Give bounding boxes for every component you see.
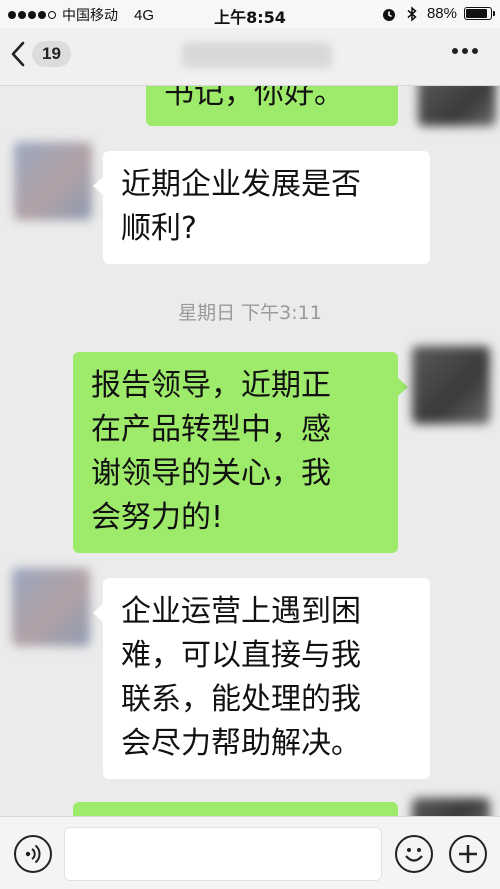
message-bubble[interactable]: [73, 802, 398, 816]
avatar[interactable]: [418, 86, 496, 126]
input-bar: [0, 816, 500, 889]
back-chevron-icon: [11, 41, 25, 67]
message-line: 难，可以直接与我: [121, 638, 361, 673]
battery-percent: 88%: [426, 5, 457, 22]
message-bubble[interactable]: 书记，你好。: [146, 86, 398, 126]
message-line: 在产品转型中，感: [91, 412, 331, 447]
message-line: 会努力的!: [91, 500, 224, 535]
message-input[interactable]: [64, 827, 382, 881]
avatar[interactable]: [12, 568, 90, 646]
timestamp: 星期日 下午3:11: [178, 302, 322, 324]
message-line: 近期企业发展是否: [121, 167, 361, 202]
voice-icon[interactable]: [14, 835, 52, 873]
nav-bar: 19: [0, 28, 500, 86]
bluetooth-icon: [407, 5, 417, 22]
message-bubble[interactable]: 报告领导，近期正 在产品转型中，感 谢领导的关心，我 会努力的!: [73, 352, 408, 553]
message-bubble[interactable]: 近期企业发展是否 顺利?: [93, 151, 430, 264]
avatar[interactable]: [412, 346, 490, 424]
avatar[interactable]: [14, 142, 92, 220]
message-line: 书记，你好。: [164, 86, 344, 111]
chat-title-blurred: [182, 42, 332, 68]
message-line: 谢领导的关心，我: [91, 456, 331, 491]
battery-icon: [464, 7, 495, 20]
message-line: 企业运营上遇到困: [121, 594, 361, 629]
avatar[interactable]: [412, 798, 490, 816]
status-right: 88%: [381, 5, 495, 22]
message-bubble[interactable]: 企业运营上遇到困 难，可以直接与我 联系，能处理的我 会尽力帮助解决。: [93, 578, 430, 779]
message-line: 联系，能处理的我: [121, 682, 361, 717]
more-dots-icon[interactable]: [452, 48, 478, 54]
plus-icon[interactable]: [449, 835, 487, 873]
status-bar: 中国移动 4G 上午8:54 88%: [0, 0, 500, 28]
emoji-icon[interactable]: [395, 835, 433, 873]
unread-badge: 19: [32, 41, 71, 67]
message-list[interactable]: 书记，你好。 近期企业发展是否 顺利? 星期日 下午3:11 报告领导，近期正 …: [0, 86, 500, 816]
message-line: 会尽力帮助解决。: [121, 726, 361, 761]
battery-fill: [466, 9, 488, 18]
message-line: 报告领导，近期正: [91, 368, 331, 403]
back-button[interactable]: 19: [10, 41, 71, 67]
alarm-icon: [382, 8, 395, 21]
message-line: 顺利?: [121, 211, 197, 246]
